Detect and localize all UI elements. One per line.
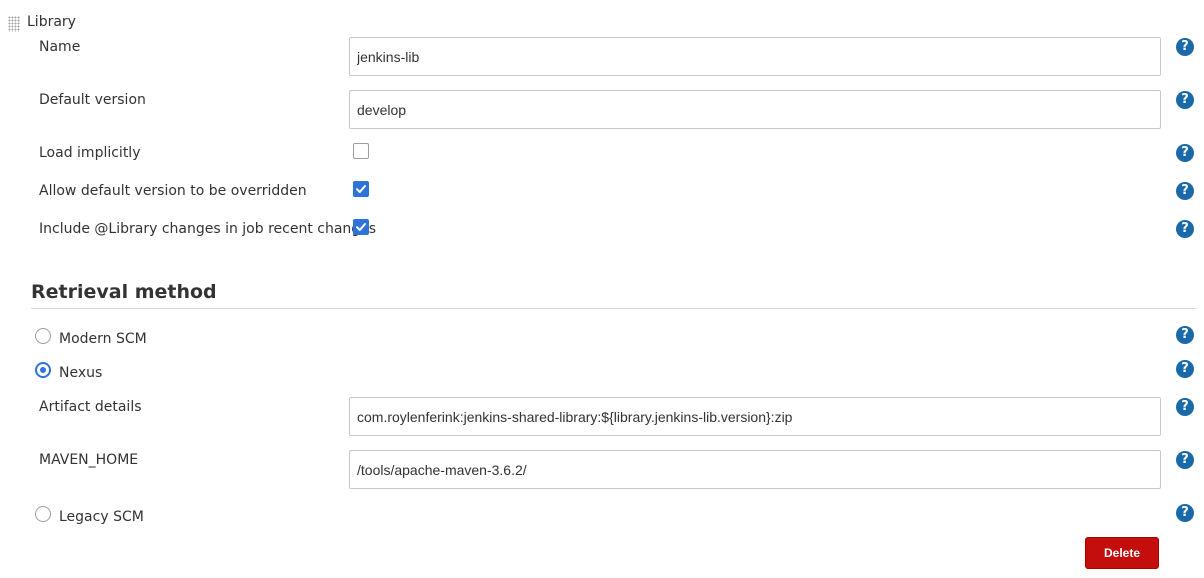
name-input[interactable] [349, 37, 1161, 76]
help-icon-artifact-details[interactable]: ? [1176, 398, 1194, 416]
legacy-scm-radio[interactable] [35, 506, 51, 522]
default-version-input[interactable] [349, 90, 1161, 129]
delete-button[interactable]: Delete [1085, 537, 1159, 569]
include-changes-label: Include @Library changes in job recent c… [39, 221, 377, 237]
help-icon-include-changes[interactable]: ? [1176, 220, 1194, 238]
artifact-details-label: Artifact details [39, 399, 142, 415]
legacy-scm-label[interactable]: Legacy SCM [59, 509, 144, 525]
default-version-label: Default version [39, 92, 146, 108]
help-icon-default-version[interactable]: ? [1176, 91, 1194, 109]
allow-override-checkbox[interactable] [353, 181, 369, 197]
help-icon-legacy-scm[interactable]: ? [1176, 504, 1194, 522]
modern-scm-label[interactable]: Modern SCM [59, 331, 147, 347]
maven-home-input[interactable] [349, 450, 1161, 489]
help-icon-modern-scm[interactable]: ? [1176, 326, 1194, 344]
help-icon-maven-home[interactable]: ? [1176, 451, 1194, 469]
retrieval-method-heading: Retrieval method [31, 281, 217, 303]
help-icon-allow-override[interactable]: ? [1176, 182, 1194, 200]
nexus-radio[interactable] [35, 362, 51, 378]
help-icon-name[interactable]: ? [1176, 38, 1194, 56]
include-changes-checkbox[interactable] [353, 219, 369, 235]
load-implicitly-label: Load implicitly [39, 145, 141, 161]
help-icon-load-implicitly[interactable]: ? [1176, 144, 1194, 162]
allow-override-label: Allow default version to be overridden [39, 183, 307, 199]
load-implicitly-checkbox[interactable] [353, 143, 369, 159]
library-section-label: Library [27, 14, 76, 30]
maven-home-label: MAVEN_HOME [39, 452, 139, 468]
help-icon-nexus[interactable]: ? [1176, 360, 1194, 378]
modern-scm-radio[interactable] [35, 328, 51, 344]
name-label: Name [39, 39, 81, 55]
artifact-details-input[interactable] [349, 397, 1161, 436]
drag-handle-icon[interactable] [8, 16, 20, 32]
nexus-label[interactable]: Nexus [59, 365, 102, 381]
section-divider [31, 308, 1197, 309]
